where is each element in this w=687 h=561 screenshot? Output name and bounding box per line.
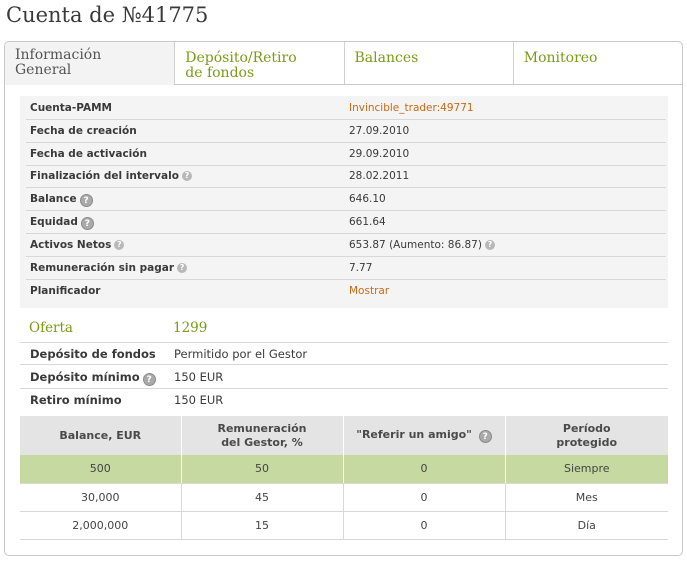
table-cell: 30,000 — [20, 483, 181, 512]
table-row: 500 50 0 Siempre — [20, 455, 668, 484]
offer-row-deposito-fondos: Depósito de fondos Permitido por el Gest… — [20, 342, 668, 365]
offer-label: Retiro mínimo — [30, 393, 122, 407]
info-row-equidad: Equidad? 661.64 — [26, 211, 666, 234]
offer-label: Depósito mínimo — [30, 370, 140, 384]
tab-informacion-general[interactable]: Información General — [5, 42, 175, 85]
table-cell: 2,000,000 — [20, 511, 181, 540]
offer-label: Depósito de fondos — [30, 347, 156, 361]
info-row-fecha-activacion: Fecha de activación 29.09.2010 — [26, 143, 666, 166]
help-icon[interactable]: ? — [114, 240, 125, 250]
info-row-cuenta-pamm: Cuenta-PAMM Invincible_trader:49771 — [26, 97, 666, 120]
column-header: Remuneración del Gestor, % — [180, 416, 343, 455]
offer-label-with-help: Depósito mínimo? — [30, 370, 156, 386]
column-header: Período protegido — [504, 416, 668, 455]
offer-row-deposito-minimo: Depósito mínimo? 150 EUR — [20, 366, 668, 389]
info-label-with-help: Equidad? — [30, 216, 94, 230]
tab-label-line2: de fondos — [185, 65, 255, 81]
info-value-with-help: 653.87 (Aumento: 86.87)? — [349, 239, 495, 251]
info-label-with-help: Balance? — [30, 193, 93, 207]
info-label-with-help: Activos Netos? — [30, 239, 125, 251]
table-cell: 45 — [180, 483, 343, 512]
help-icon[interactable]: ? — [478, 430, 492, 443]
table-cell: 50 — [180, 455, 343, 484]
info-label: Remuneración sin pagar — [30, 262, 175, 274]
tab-label-line1: Depósito/Retiro — [185, 50, 297, 66]
help-icon[interactable]: ? — [142, 373, 156, 386]
info-label: Fecha de activación — [30, 148, 147, 160]
offer-number: 1299 — [173, 320, 208, 336]
account-info-box: Cuenta-PAMM Invincible_trader:49771 Fech… — [20, 96, 668, 308]
info-row-activos-netos: Activos Netos? 653.87 (Aumento: 86.87)? — [26, 234, 666, 257]
fee-table-header-row: Balance, EUR Remuneración del Gestor, % "… — [20, 416, 668, 455]
tab-bar: Información General Depósito/Retiro de f… — [5, 42, 682, 85]
info-value: 28.02.2011 — [349, 170, 410, 182]
info-value: 646.10 — [349, 193, 386, 205]
info-label-with-help: Finalización del intervalo? — [30, 170, 192, 182]
fee-table: Balance, EUR Remuneración del Gestor, % "… — [20, 416, 668, 540]
account-panel: Información General Depósito/Retiro de f… — [4, 41, 683, 556]
info-label-with-help: Remuneración sin pagar? — [30, 262, 188, 274]
tab-label-line1: Balances — [354, 50, 419, 66]
info-value: 27.09.2010 — [349, 125, 410, 137]
column-header-label: Balance, EUR — [59, 428, 142, 442]
table-cell: Siempre — [504, 455, 668, 484]
help-icon[interactable]: ? — [181, 171, 192, 181]
info-value: 29.09.2010 — [349, 148, 410, 160]
info-label: Finalización del intervalo — [30, 170, 179, 182]
info-label: Equidad — [30, 216, 78, 228]
table-cell: 0 — [342, 455, 505, 484]
table-row: 30,000 45 0 Mes — [20, 483, 668, 512]
info-label: Fecha de creación — [30, 125, 137, 137]
table-cell: 0 — [342, 483, 505, 512]
column-header: Balance, EUR — [20, 416, 181, 455]
tab-deposito-retiro[interactable]: Depósito/Retiro de fondos — [174, 42, 343, 84]
info-label: Planificador — [30, 285, 101, 297]
column-header-label: Período — [562, 421, 611, 435]
help-icon[interactable]: ? — [80, 217, 94, 230]
info-row-planificador: Planificador Mostrar — [26, 280, 666, 303]
tab-monitoreo[interactable]: Monitoreo — [512, 42, 682, 84]
offer-title: Oferta — [29, 320, 73, 336]
table-cell: Día — [504, 511, 668, 540]
tab-label-line2: General — [15, 62, 72, 78]
info-label: Activos Netos — [30, 239, 112, 251]
info-row-fecha-creacion: Fecha de creación 27.09.2010 — [26, 120, 666, 143]
offer-value: 150 EUR — [174, 393, 224, 407]
table-row: 2,000,000 15 0 Día — [20, 511, 668, 540]
info-value: 661.64 — [349, 216, 386, 228]
offer-row-retiro-minimo: Retiro mínimo 150 EUR — [20, 389, 668, 412]
info-label: Cuenta-PAMM — [30, 102, 112, 114]
info-row-remuneracion-sin-pagar: Remuneración sin pagar? 7.77 — [26, 257, 666, 280]
tab-label-line1: Información — [15, 47, 102, 63]
help-icon[interactable]: ? — [484, 240, 495, 250]
table-cell: 0 — [342, 511, 505, 540]
pamm-account-link[interactable]: Invincible_trader:49771 — [349, 102, 474, 114]
column-header-label: del Gestor, % — [221, 435, 303, 449]
info-value: 653.87 (Aumento: 86.87) — [349, 239, 482, 251]
column-header-label: protegido — [556, 435, 618, 449]
offer-value: 150 EUR — [174, 370, 224, 384]
table-cell: Mes — [504, 483, 668, 512]
column-header-label: Remuneración — [217, 421, 307, 435]
info-row-balance: Balance? 646.10 — [26, 188, 666, 211]
help-icon[interactable]: ? — [177, 263, 188, 273]
column-header: "Referir un amigo" ? — [342, 416, 505, 455]
info-value: 7.77 — [349, 262, 373, 274]
offer-value: Permitido por el Gestor — [174, 347, 308, 361]
table-cell: 15 — [180, 511, 343, 540]
tab-balances[interactable]: Balances — [343, 42, 513, 84]
tab-label-line1: Monitoreo — [523, 50, 598, 66]
info-label: Balance — [30, 193, 77, 205]
table-cell: 500 — [20, 455, 181, 484]
show-scheduler-link[interactable]: Mostrar — [349, 285, 389, 297]
help-icon[interactable]: ? — [79, 194, 93, 207]
page-title: Cuenta de №41775 — [6, 3, 209, 27]
info-row-finalizacion-intervalo: Finalización del intervalo? 28.02.2011 — [26, 165, 666, 188]
column-header-label: "Referir un amigo" — [356, 428, 472, 441]
